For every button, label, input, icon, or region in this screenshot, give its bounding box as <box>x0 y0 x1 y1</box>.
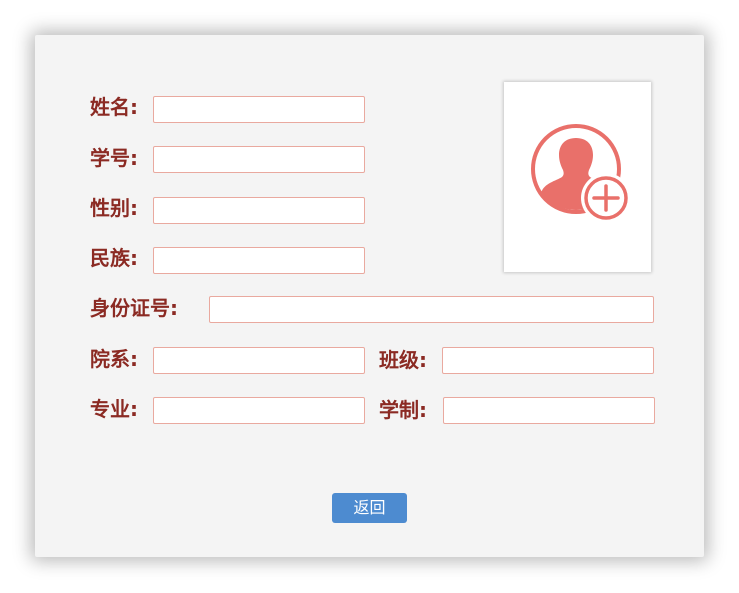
student-id-input[interactable] <box>153 146 365 173</box>
id-number-label: 身份证号: <box>90 296 178 320</box>
id-number-input[interactable] <box>209 296 654 323</box>
ethnicity-label: 民族: <box>90 246 138 270</box>
student-info-panel: 姓名: 学号: 性别: 民族: 身份证号: 院系: 班级: 专业: 学制: 返回 <box>35 35 704 557</box>
major-input[interactable] <box>153 397 365 424</box>
name-label: 姓名: <box>90 95 138 119</box>
duration-input[interactable] <box>443 397 655 424</box>
class-input[interactable] <box>442 347 654 374</box>
gender-input[interactable] <box>153 197 365 224</box>
department-label: 院系: <box>90 347 138 371</box>
name-input[interactable] <box>153 96 365 123</box>
avatar-add-icon <box>531 124 631 223</box>
back-button[interactable]: 返回 <box>332 493 407 523</box>
class-label: 班级: <box>379 348 427 372</box>
department-input[interactable] <box>153 347 365 374</box>
major-label: 专业: <box>90 397 138 421</box>
photo-upload[interactable] <box>504 82 651 272</box>
student-id-label: 学号: <box>90 146 138 170</box>
gender-label: 性别: <box>90 196 138 220</box>
ethnicity-input[interactable] <box>153 247 365 274</box>
duration-label: 学制: <box>379 398 427 422</box>
